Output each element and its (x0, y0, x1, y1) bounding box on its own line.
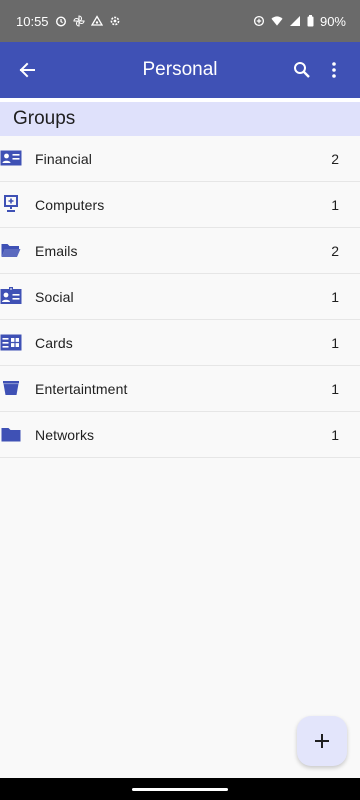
group-count: 2 (331, 150, 339, 167)
group-item-computers[interactable]: Computers 1 (0, 182, 360, 228)
group-count: 1 (331, 380, 339, 397)
wifi-icon (271, 15, 283, 27)
plus-icon (315, 734, 329, 748)
add-group-button[interactable] (297, 716, 347, 766)
more-vert-icon (332, 62, 336, 78)
group-label: Computers (35, 196, 105, 213)
app-bar: Personal (0, 42, 360, 98)
back-arrow-icon (18, 61, 36, 79)
group-item-financial[interactable]: Financial 2 (0, 136, 360, 182)
drive-icon (90, 15, 103, 27)
card-chip-icon (0, 332, 22, 352)
back-button[interactable] (13, 56, 41, 84)
pinwheel-icon (72, 15, 85, 27)
group-label: Networks (35, 426, 95, 443)
battery-icon (307, 15, 314, 27)
status-bar-right: 90% (253, 14, 346, 29)
group-item-networks[interactable]: Networks 1 (0, 412, 360, 458)
computer-icon (0, 194, 22, 214)
group-count: 2 (331, 242, 339, 259)
section-header-label: Groups (13, 108, 76, 129)
search-icon (293, 61, 311, 79)
group-label: Emails (35, 242, 78, 259)
search-button[interactable] (288, 56, 316, 84)
id-badge-icon (0, 286, 22, 306)
folder-open-icon (0, 240, 22, 260)
group-count: 1 (331, 334, 339, 351)
overflow-menu-button[interactable] (322, 56, 346, 84)
group-item-emails[interactable]: Emails 2 (0, 228, 360, 274)
battery-percent: 90% (319, 13, 346, 29)
gesture-handle[interactable] (132, 788, 228, 791)
group-item-entertaintment[interactable]: Entertaintment 1 (0, 366, 360, 412)
group-item-cards[interactable]: Cards 1 (0, 320, 360, 366)
group-item-social[interactable]: Social 1 (0, 274, 360, 320)
group-label: Social (35, 288, 74, 305)
group-label: Financial (35, 150, 92, 167)
settings-icon (109, 15, 121, 27)
data-saver-icon (253, 15, 265, 27)
folder-icon (0, 424, 22, 444)
status-bar: 10:55 90% (0, 0, 360, 42)
signal-icon (289, 15, 301, 27)
group-count: 1 (331, 288, 339, 305)
contact-card-icon (0, 148, 22, 168)
navigation-bar (0, 778, 360, 800)
group-label: Cards (35, 334, 73, 351)
group-label: Entertaintment (35, 380, 128, 397)
group-count: 1 (331, 196, 339, 213)
groups-list: Financial 2 Computers 1 Emails 2 Social … (0, 136, 360, 458)
group-count: 1 (331, 426, 339, 443)
bucket-icon (0, 378, 22, 398)
status-time: 10:55 (16, 13, 49, 29)
alarm-icon (55, 15, 67, 27)
section-header: Groups (0, 102, 360, 136)
status-bar-left: 10:55 (16, 14, 121, 29)
